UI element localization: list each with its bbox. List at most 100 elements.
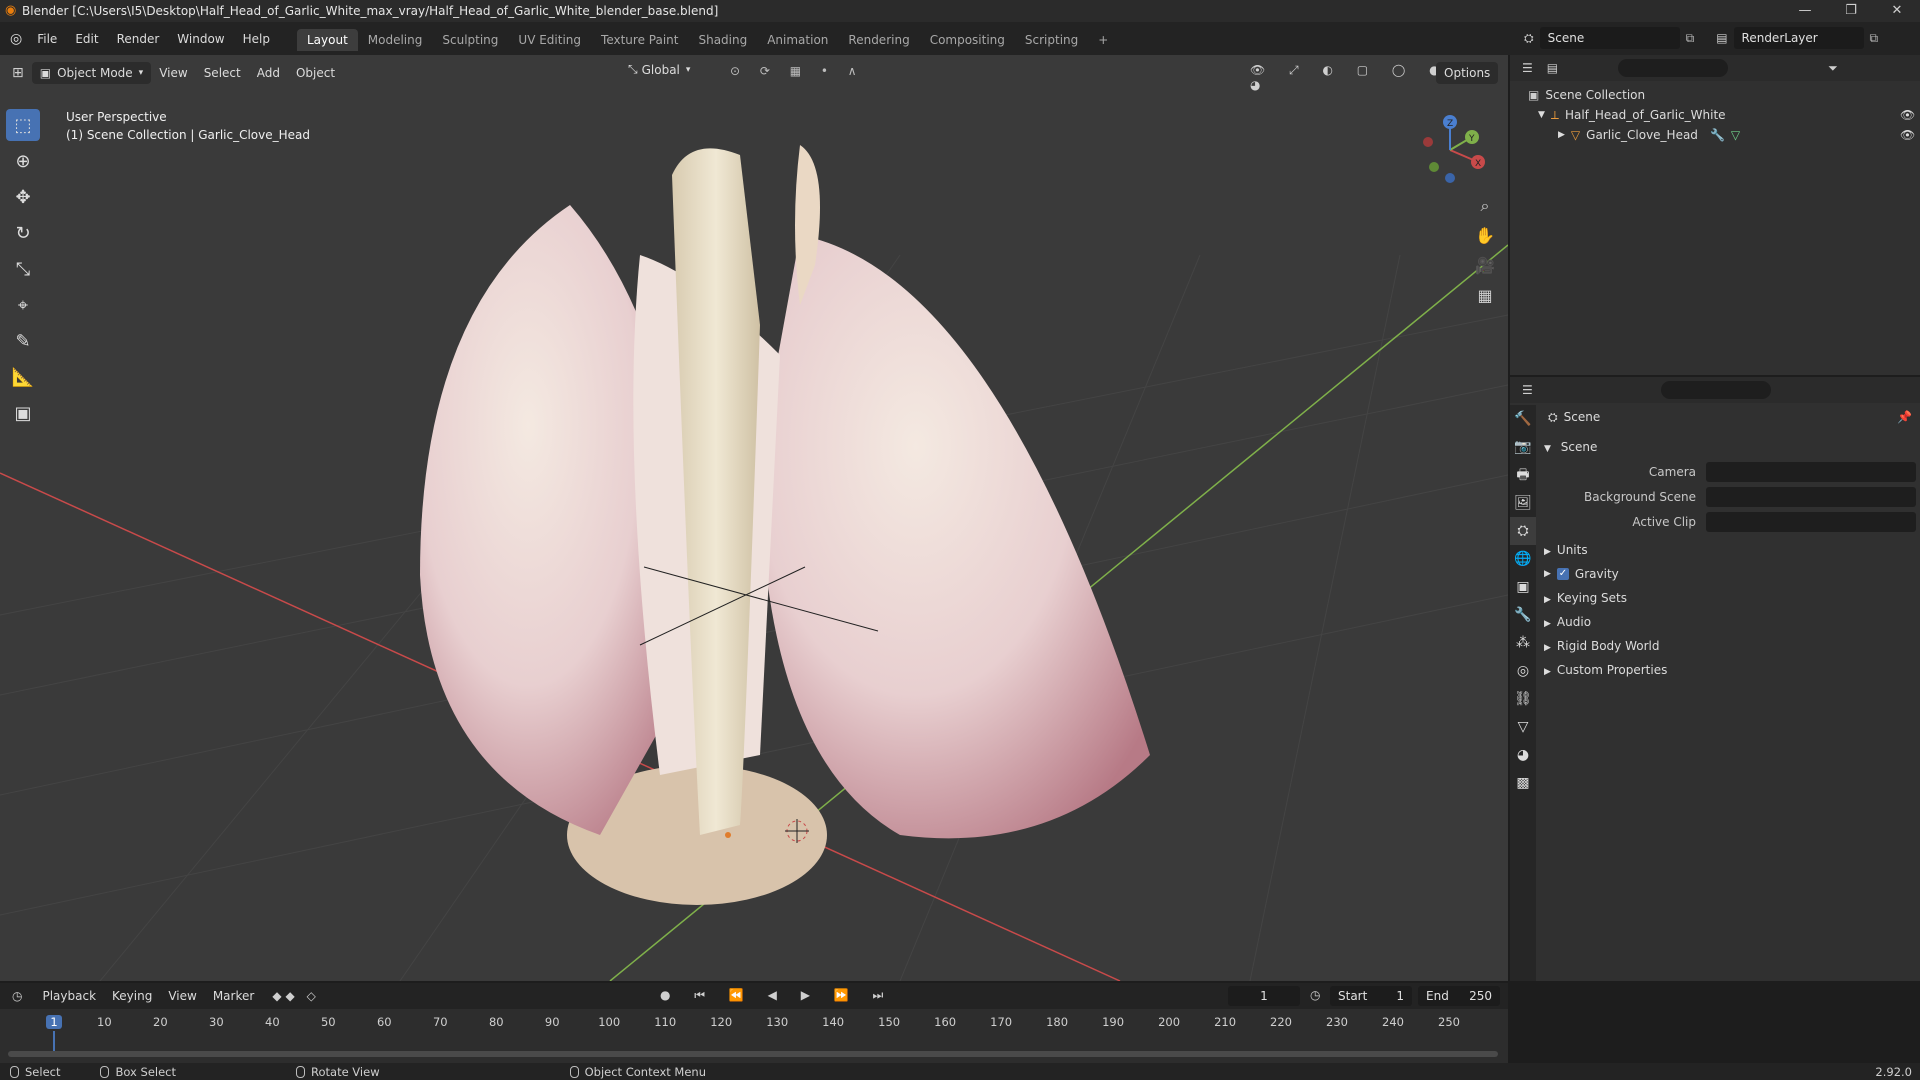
add-cube-tool-icon[interactable]: ▣: [6, 397, 40, 429]
scene-panel-header[interactable]: ▼ Scene: [1538, 435, 1920, 459]
menu-file[interactable]: File: [28, 28, 66, 50]
select-box-tool-icon[interactable]: ⬚: [6, 109, 40, 141]
menu-select[interactable]: Select: [196, 62, 249, 84]
scale-tool-icon[interactable]: ⤡: [6, 253, 40, 285]
current-frame-marker[interactable]: 1: [46, 1015, 62, 1029]
renderlayer-new-icon[interactable]: ⧉: [1870, 31, 1879, 46]
editor-type-icon[interactable]: ⊞: [12, 65, 24, 81]
renderlayer-selector[interactable]: RenderLayer: [1733, 27, 1864, 49]
tool-tab-icon[interactable]: 🔨: [1510, 405, 1536, 433]
scene-icon[interactable]: ⛭: [1524, 31, 1534, 46]
camera-field[interactable]: [1706, 461, 1916, 482]
menu-marker[interactable]: Marker: [205, 985, 262, 1007]
blender-menu-icon[interactable]: ◎: [10, 31, 22, 47]
rotate-tool-icon[interactable]: ↻: [6, 217, 40, 249]
pan-hand-icon[interactable]: ✋: [1472, 223, 1498, 249]
annotate-tool-icon[interactable]: ✎: [6, 325, 40, 357]
snapping-controls[interactable]: ⊙ ⟳ ▦ • ∧: [730, 64, 865, 78]
expand-arrow-icon[interactable]: ▶: [1558, 130, 1565, 140]
constraints-tab-icon[interactable]: ⛓: [1510, 685, 1536, 713]
output-tab-icon[interactable]: 🖶: [1510, 461, 1536, 489]
frame-ruler[interactable]: 1 10 20 30 40 50 60 70 80 90 100 110 120 130 140 150 160…: [0, 1015, 1508, 1033]
particles-tab-icon[interactable]: ⁂: [1510, 629, 1536, 657]
add-workspace-button[interactable]: +: [1088, 29, 1118, 51]
menu-help[interactable]: Help: [234, 28, 279, 50]
keyframe-controls[interactable]: ◆◆ ◇: [272, 989, 320, 1003]
world-tab-icon[interactable]: 🌐: [1510, 545, 1536, 573]
tab-rendering[interactable]: Rendering: [838, 29, 919, 51]
tab-layout[interactable]: Layout: [296, 29, 358, 51]
current-frame-field[interactable]: 1: [1228, 986, 1300, 1006]
options-button[interactable]: Options: [1436, 62, 1499, 84]
menu-playback[interactable]: Playback: [34, 985, 104, 1007]
properties-search-input[interactable]: [1660, 381, 1771, 399]
close-button[interactable]: ✕: [1874, 0, 1920, 22]
preview-range-icon[interactable]: ◷: [1310, 988, 1320, 1002]
minimize-button[interactable]: —: [1782, 0, 1828, 22]
perspective-toggle-icon[interactable]: ▦: [1472, 283, 1498, 309]
view-layer-tab-icon[interactable]: 🖼: [1510, 489, 1536, 517]
tab-scripting[interactable]: Scripting: [1015, 29, 1088, 51]
tab-animation[interactable]: Animation: [757, 29, 838, 51]
keying-sets-panel[interactable]: ▶ Keying Sets: [1538, 586, 1920, 610]
outliner-editor-icon[interactable]: ☰: [1522, 61, 1533, 75]
tab-shading[interactable]: Shading: [688, 29, 757, 51]
transform-orientation[interactable]: ⤡ Global ▾: [628, 62, 690, 77]
outliner-item[interactable]: ▼ ⟂ Half_Head_of_Garlic_White 👁: [1528, 105, 1920, 125]
render-tab-icon[interactable]: 📷: [1510, 433, 1536, 461]
menu-keying[interactable]: Keying: [104, 985, 160, 1007]
move-tool-icon[interactable]: ✥: [6, 181, 40, 213]
active-clip-field[interactable]: [1706, 511, 1916, 532]
rigid-body-world-panel[interactable]: ▶ Rigid Body World: [1538, 634, 1920, 658]
scene-selector[interactable]: Scene: [1539, 27, 1680, 49]
measure-tool-icon[interactable]: 📐: [6, 361, 40, 393]
menu-add[interactable]: Add: [249, 62, 288, 84]
pin-icon[interactable]: 📌: [1897, 405, 1912, 429]
renderlayer-icon[interactable]: ▤: [1716, 31, 1727, 45]
texture-tab-icon[interactable]: ▩: [1510, 769, 1536, 797]
timeline-editor-icon[interactable]: ◷: [12, 989, 22, 1003]
start-frame-field[interactable]: Start 1: [1330, 986, 1412, 1006]
maximize-button[interactable]: ❐: [1828, 0, 1874, 22]
outliner-root[interactable]: ▣ Scene Collection: [1528, 85, 1920, 105]
gravity-checkbox[interactable]: ✓: [1556, 568, 1569, 580]
timeline-scrollbar[interactable]: [8, 1051, 1498, 1057]
units-panel[interactable]: ▶ Units: [1538, 538, 1920, 562]
expand-arrow-icon[interactable]: ▼: [1538, 110, 1545, 120]
mesh-data-icon[interactable]: ▽: [1731, 128, 1740, 142]
background-scene-field[interactable]: [1706, 486, 1916, 507]
properties-editor-icon[interactable]: ☰: [1522, 383, 1533, 397]
display-mode-icon[interactable]: ▤: [1547, 61, 1558, 75]
menu-edit[interactable]: Edit: [66, 28, 107, 50]
mode-selector[interactable]: ▣ Object Mode ▾: [31, 62, 152, 84]
physics-tab-icon[interactable]: ◎: [1510, 657, 1536, 685]
object-tab-icon[interactable]: ▣: [1510, 573, 1536, 601]
menu-window[interactable]: Window: [168, 28, 233, 50]
data-tab-icon[interactable]: ▽: [1510, 713, 1536, 741]
outliner-search-input[interactable]: [1618, 59, 1729, 77]
navigation-gizmo[interactable]: X Y Z: [1410, 110, 1490, 190]
menu-object[interactable]: Object: [288, 62, 343, 84]
zoom-icon[interactable]: ⌕: [1472, 193, 1498, 219]
tab-uv-editing[interactable]: UV Editing: [508, 29, 591, 51]
cursor-tool-icon[interactable]: ⊕: [6, 145, 40, 177]
material-tab-icon[interactable]: ◕: [1510, 741, 1536, 769]
modifier-wrench-icon[interactable]: 🔧: [1710, 128, 1725, 142]
audio-panel[interactable]: ▶ Audio: [1538, 610, 1920, 634]
filter-icon[interactable]: ⏷: [1828, 61, 1838, 76]
transform-tool-icon[interactable]: ⌖: [6, 289, 40, 321]
garlic-model[interactable]: [420, 145, 1150, 905]
gravity-panel[interactable]: ▶ ✓ Gravity: [1538, 562, 1920, 586]
menu-timeline-view[interactable]: View: [160, 985, 204, 1007]
menu-view[interactable]: View: [151, 62, 195, 84]
playback-controls[interactable]: ● ⏮ ⏪ ◀ ▶ ⏩ ⏭: [660, 988, 893, 1003]
scene-tab-icon[interactable]: ⛭: [1510, 517, 1536, 545]
menu-render[interactable]: Render: [108, 28, 169, 50]
scene-new-icon[interactable]: ⧉: [1686, 31, 1695, 46]
visibility-eye-icon[interactable]: 👁: [1900, 128, 1915, 142]
camera-view-icon[interactable]: 🎥: [1472, 253, 1498, 279]
end-frame-field[interactable]: End 250: [1418, 986, 1500, 1006]
tab-texture-paint[interactable]: Texture Paint: [591, 29, 688, 51]
outliner-item[interactable]: ▶ ▽ Garlic_Clove_Head 🔧 ▽ 👁: [1528, 125, 1920, 145]
tab-modeling[interactable]: Modeling: [358, 29, 433, 51]
